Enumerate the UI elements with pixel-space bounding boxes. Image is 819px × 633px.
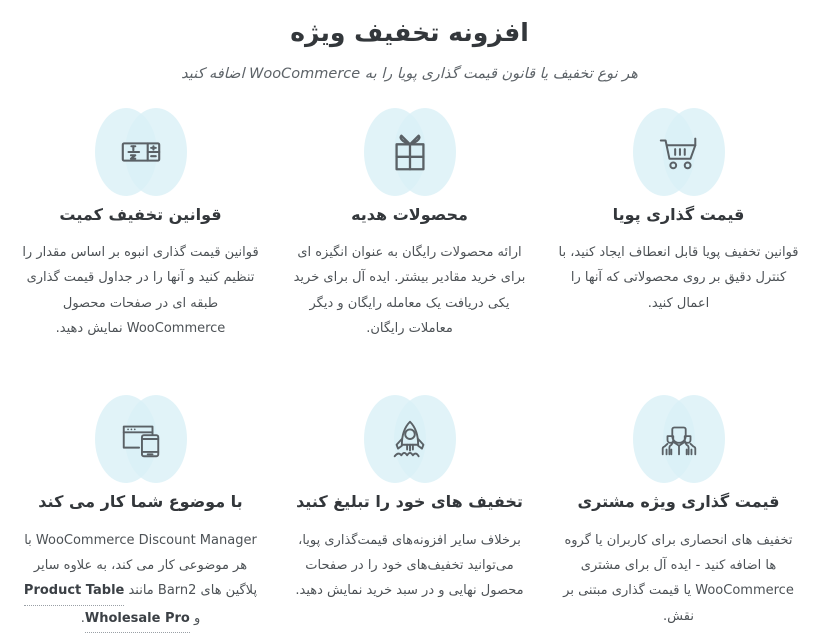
feature-description: قوانین تخفیف پویا قابل انعطاف ایجاد کنید… <box>558 240 799 316</box>
responsive-devices-icon <box>118 416 164 462</box>
feature-card-quantity-discounts: قوانین تخفیف کمیت قوانین قیمت گذاری انبو… <box>6 106 275 342</box>
feature-title: قیمت گذاری پویا <box>558 204 799 226</box>
feature-description: تخفیف های انحصاری برای کاربران یا گروه ه… <box>558 528 799 629</box>
feature-description: ارائه محصولات رایگان به عنوان انگیزه ای … <box>289 240 530 341</box>
feature-card-promote-discounts: تخفیف های خود را تبلیغ کنید برخلاف سایر … <box>275 341 544 633</box>
quantity-stepper-icon <box>118 129 164 175</box>
feature-title: قوانین تخفیف کمیت <box>20 204 261 226</box>
plugin-name-text: WooCommerce Discount Manager <box>36 533 257 548</box>
feature-icon-badge <box>20 393 261 485</box>
feature-title: با موضوع شما کار می کند <box>20 491 261 513</box>
feature-card-dynamic-pricing: قیمت گذاری پویا قوانین تخفیف پویا قابل ا… <box>544 106 813 342</box>
feature-card-theme-compatibility: با موضوع شما کار می کند WooCommerce Disc… <box>6 341 275 633</box>
conjunction-text: و <box>190 611 200 626</box>
feature-card-customer-pricing: قیمت گذاری ویژه مشتری تخفیف های انحصاری … <box>544 341 813 633</box>
feature-title: قیمت گذاری ویژه مشتری <box>558 491 799 513</box>
page-header: افزونه تخفیف ویژه هر نوع تخفیف یا قانون … <box>0 0 819 86</box>
link-product-table[interactable]: Product Table <box>24 578 124 605</box>
feature-description: برخلاف سایر افزونه‌های قیمت‌گذاری پویا، … <box>289 528 530 604</box>
feature-icon-badge <box>558 106 799 198</box>
shopping-cart-icon <box>656 129 702 175</box>
feature-description: قوانین قیمت گذاری انبوه بر اساس مقدار را… <box>20 240 261 341</box>
people-group-icon <box>656 416 702 462</box>
rocket-icon <box>387 416 433 462</box>
feature-title: محصولات هدیه <box>289 204 530 226</box>
feature-icon-badge <box>558 393 799 485</box>
feature-card-gift-products: محصولات هدیه ارائه محصولات رایگان به عنو… <box>275 106 544 342</box>
gift-box-icon <box>387 129 433 175</box>
feature-icon-badge <box>289 393 530 485</box>
feature-description-with-links: WooCommerce Discount Manager با هر موضوع… <box>20 528 261 633</box>
page-title: افزونه تخفیف ویژه <box>0 16 819 50</box>
feature-icon-badge <box>289 106 530 198</box>
feature-title: تخفیف های خود را تبلیغ کنید <box>289 491 530 513</box>
feature-icon-badge <box>20 106 261 198</box>
page-subtitle: هر نوع تخفیف یا قانون قیمت گذاری پویا را… <box>0 64 819 86</box>
page-root: افزونه تخفیف ویژه هر نوع تخفیف یا قانون … <box>0 0 819 610</box>
feature-grid: قیمت گذاری پویا قوانین تخفیف پویا قابل ا… <box>0 106 819 633</box>
